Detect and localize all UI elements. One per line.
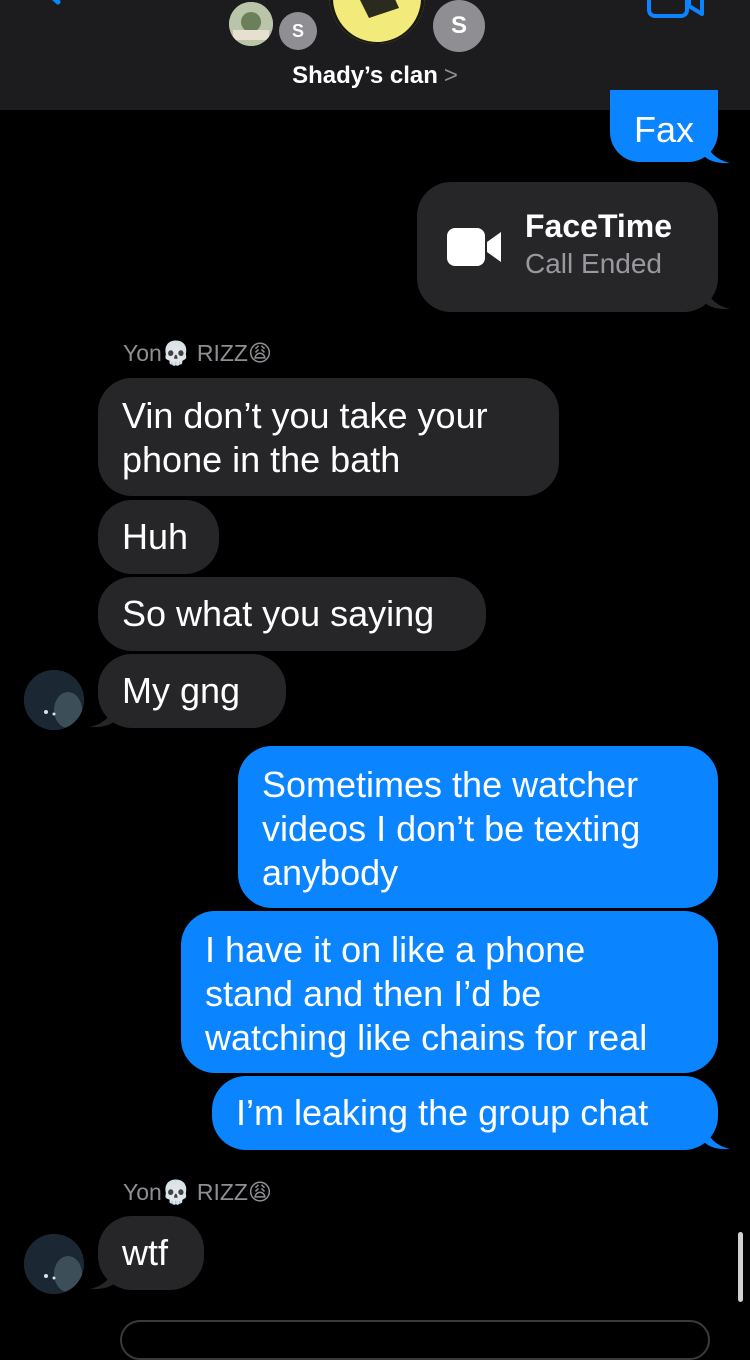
group-name-title[interactable]: Shady’s clan > (0, 62, 750, 90)
message-text-line: videos I don’t be texting (262, 808, 641, 849)
message-text-line: stand and then I’d be (205, 973, 542, 1014)
avatar-initial: S (450, 12, 467, 39)
skull-emoji: 💀 (161, 1180, 191, 1206)
message-text: I’m leaking the group chat (236, 1092, 649, 1133)
bubble-tail (90, 1262, 116, 1290)
message-text: Huh (122, 516, 189, 557)
message-text-line: phone in the bath (122, 439, 401, 480)
scrollbar[interactable] (738, 1232, 743, 1302)
sender-name: Yon💀 RIZZ😩 (123, 1179, 272, 1206)
group-name-label: Shady’s clan (292, 62, 438, 89)
outgoing-message[interactable]: Fax (610, 90, 718, 162)
message-text-line: Sometimes the watcher (262, 764, 639, 805)
bubble-tail (90, 700, 116, 728)
message-text-line: watching like chains for real (205, 1017, 648, 1058)
bubble-tail (704, 282, 730, 310)
contact-avatar[interactable] (24, 670, 84, 730)
video-call-icon[interactable] (646, 0, 706, 20)
outgoing-message[interactable]: I’m leaking the group chat (212, 1076, 718, 1150)
incoming-message[interactable]: Vin don’t you take your phone in the bat… (98, 378, 559, 496)
group-avatar-photo-2[interactable] (329, 0, 425, 44)
message-text-line: I have it on like a phone (205, 929, 586, 970)
facetime-call-card[interactable]: FaceTime Call Ended (417, 182, 718, 312)
outgoing-message[interactable]: Sometimes the watcher videos I don’t be … (238, 746, 718, 908)
facetime-title: FaceTime (525, 208, 673, 244)
message-text: wtf (122, 1232, 169, 1273)
weary-face-emoji: 😩 (247, 1180, 272, 1206)
facetime-camera-icon (447, 228, 501, 266)
message-text: So what you saying (122, 593, 435, 634)
weary-face-emoji: 😩 (247, 341, 272, 367)
sender-name: Yon💀 RIZZ😩 (123, 340, 272, 367)
incoming-message[interactable]: Huh (98, 500, 219, 574)
contact-avatar[interactable] (24, 1234, 84, 1294)
message-text: My gng (122, 670, 241, 711)
message-text-line: anybody (262, 852, 399, 893)
group-avatar-photo-1[interactable] (229, 2, 273, 46)
incoming-message[interactable]: My gng (98, 654, 286, 728)
avatar-initial: S (291, 20, 304, 41)
message-text: Fax (634, 109, 695, 150)
outgoing-message[interactable]: I have it on like a phone stand and then… (181, 911, 718, 1073)
message-text-line: Vin don’t you take your (122, 395, 488, 436)
incoming-message[interactable]: So what you saying (98, 577, 486, 651)
skull-emoji: 💀 (161, 341, 191, 367)
chevron-right-icon: > (443, 62, 458, 89)
group-avatar-initial-1[interactable]: S (279, 12, 317, 50)
bubble-tail (704, 1122, 730, 1150)
group-avatar-initial-2[interactable]: S (433, 0, 485, 52)
bubble-tail (704, 136, 730, 164)
back-chevron-icon[interactable] (30, 0, 64, 16)
message-input-field[interactable] (120, 1320, 710, 1360)
facetime-status: Call Ended (525, 248, 662, 279)
